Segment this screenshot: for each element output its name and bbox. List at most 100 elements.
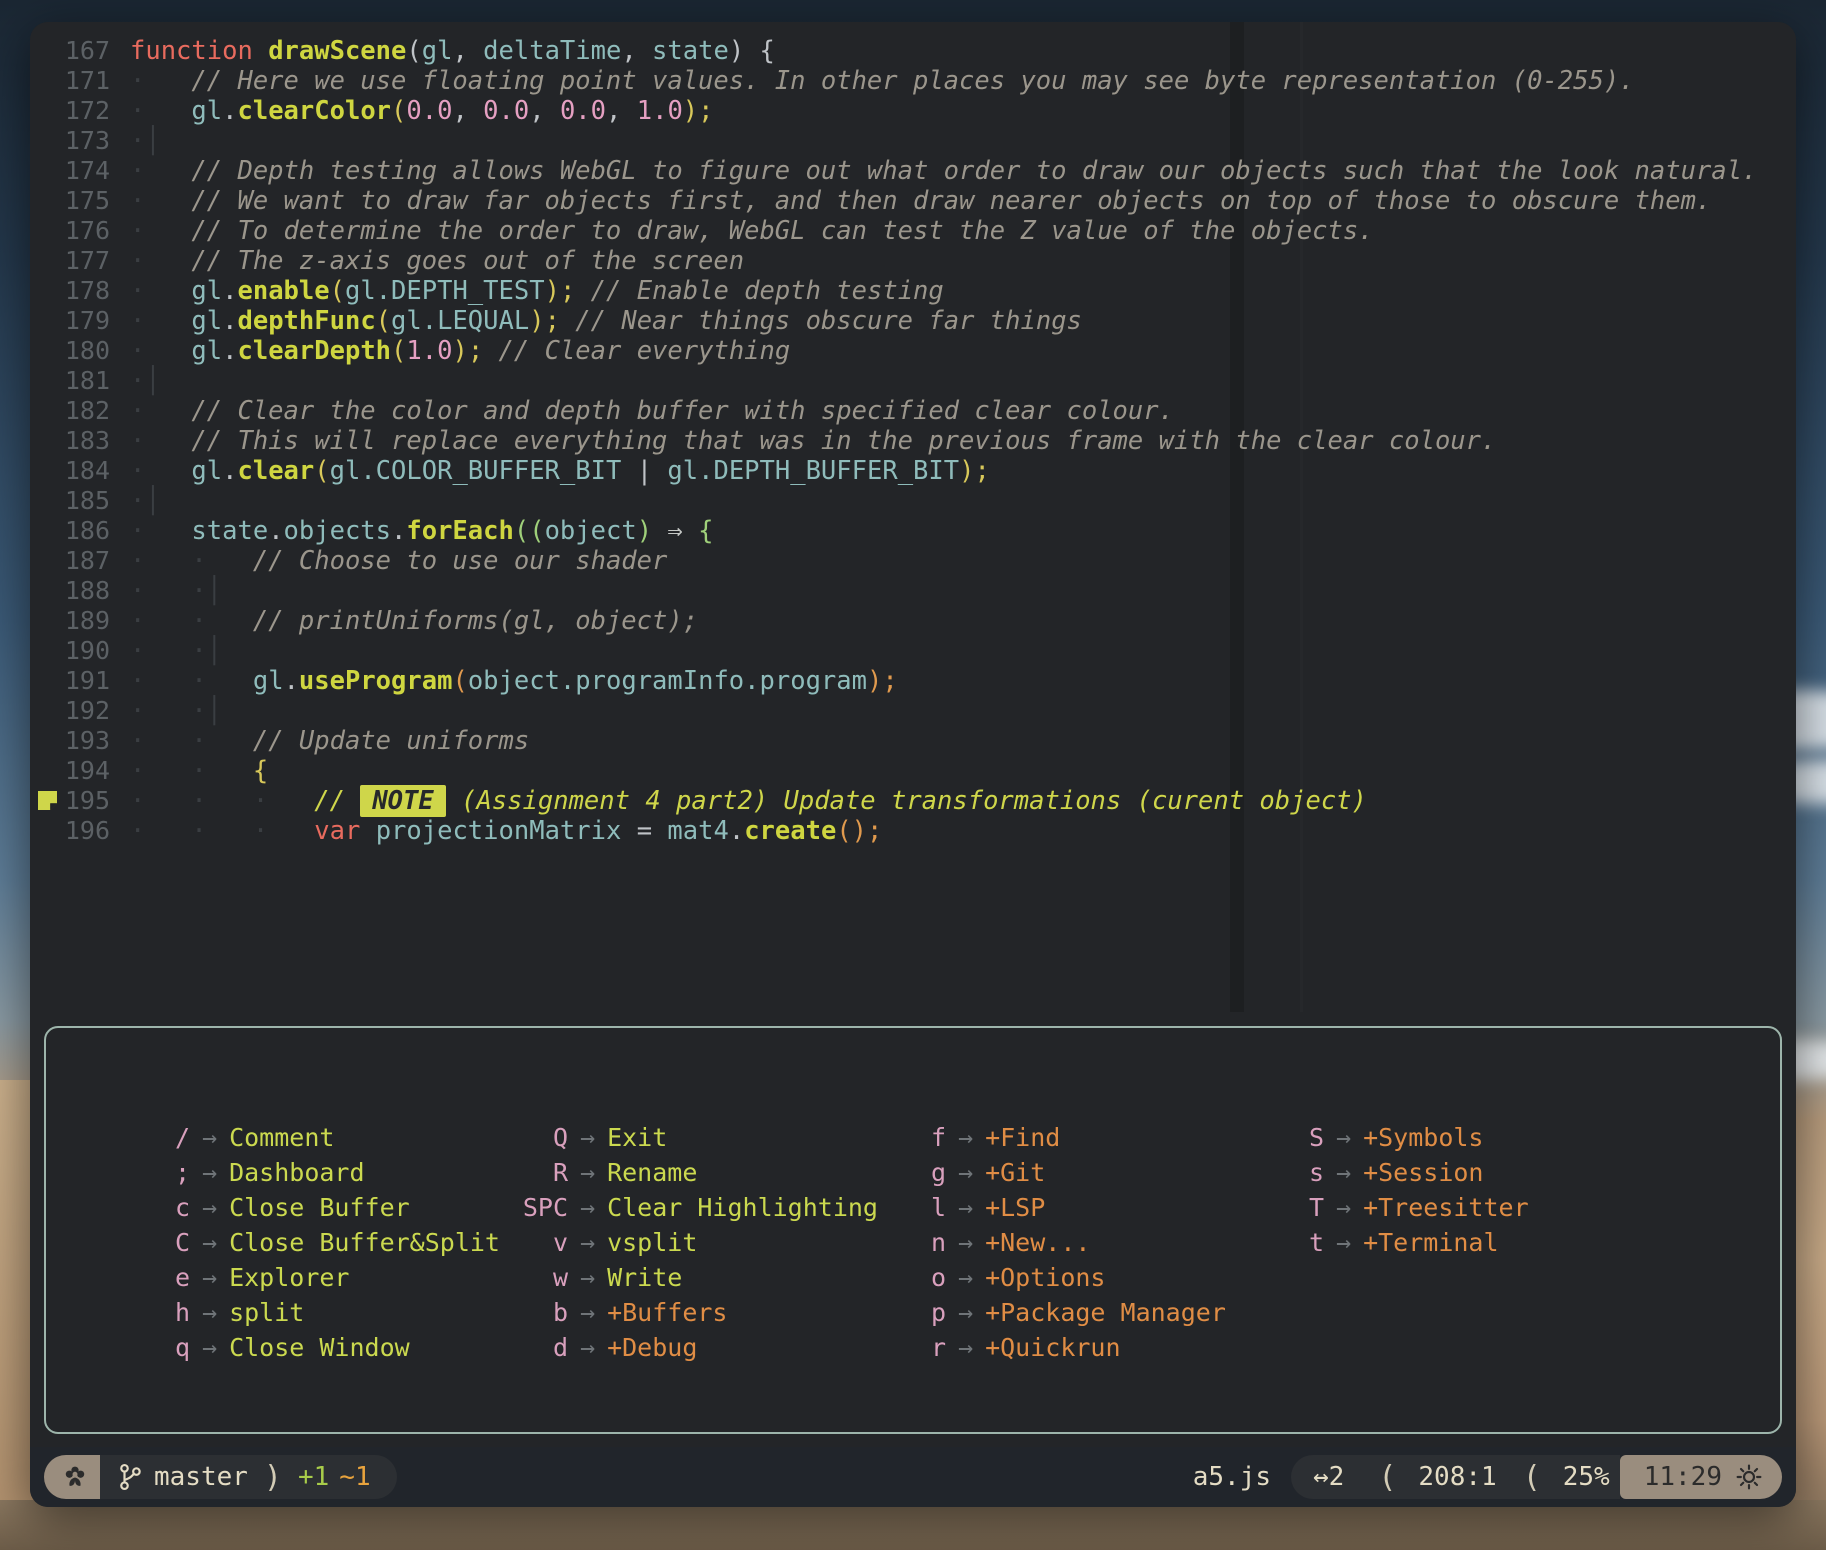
buffer-count-pill[interactable]: ↔2 <box>1291 1455 1363 1499</box>
code-line-text: · // To determine the order to draw, Web… <box>120 216 1374 246</box>
which-key-item[interactable]: g → +Git <box>888 1155 1266 1190</box>
which-key-column-2: Q → Exit R → Rename SPC → Clear Highlighting v → vs… <box>510 1120 888 1365</box>
code-line[interactable]: 190 · ·│ <box>30 636 1796 666</box>
which-key-key: l <box>930 1193 946 1222</box>
arrow-icon: → <box>202 1333 218 1362</box>
code-line[interactable]: 167 function drawScene(gl, deltaTime, sta… <box>30 36 1796 66</box>
code-line[interactable]: 171 · // Here we use floating point value… <box>30 66 1796 96</box>
which-key-item[interactable]: S → +Symbols <box>1266 1120 1644 1155</box>
code-line[interactable]: 179 · gl.depthFunc(gl.LEQUAL); // Near th… <box>30 306 1796 336</box>
code-token: gl.DEPTH_BUFFER_BIT <box>667 456 960 486</box>
which-key-item[interactable]: e → Explorer <box>132 1260 510 1295</box>
code-line[interactable]: 175 · // We want to draw far objects firs… <box>30 186 1796 216</box>
indent-guide: · <box>130 426 192 456</box>
code-token: . <box>728 816 745 846</box>
cursor-position: 208:1 <box>1418 1462 1497 1492</box>
code-token: projectionMatrix <box>375 816 622 846</box>
which-key-item[interactable]: c → Close Buffer <box>132 1190 510 1225</box>
code-line[interactable]: 185 ·│ <box>30 486 1796 516</box>
indent-guide: · <box>130 246 192 276</box>
code-line[interactable]: 180 · gl.clearDepth(1.0); // Clear everyt… <box>30 336 1796 366</box>
code-line[interactable]: 177 · // The z-axis goes out of the scree… <box>30 246 1796 276</box>
code-line[interactable]: 182 · // Clear the color and depth buffer… <box>30 396 1796 426</box>
code-token: // Here we use floating point values. In… <box>191 66 1635 96</box>
code-token: gl.DEPTH_TEST <box>344 276 545 306</box>
which-key-item[interactable]: q → Close Window <box>132 1330 510 1365</box>
scroll-progress-pill: ( 25% <box>1506 1455 1620 1499</box>
code-line[interactable]: 196 · · · var projectionMatrix = mat4.cre… <box>30 816 1796 846</box>
code-line[interactable]: 172 · gl.clearColor(0.0, 0.0, 0.0, 1.0); <box>30 96 1796 126</box>
mode-indicator[interactable] <box>44 1455 106 1499</box>
git-branch-indicator[interactable]: master ) +1 ~1 <box>100 1455 397 1499</box>
which-key-item[interactable]: v → vsplit <box>510 1225 888 1260</box>
which-key-label: +Options <box>985 1263 1106 1292</box>
code-token: , <box>621 36 653 66</box>
arrow-icon: → <box>202 1298 218 1327</box>
code-line-text: · gl.enable(gl.DEPTH_TEST); // Enable de… <box>120 276 944 306</box>
which-key-item[interactable]: p → +Package Manager <box>888 1295 1266 1330</box>
which-key-item[interactable]: s → +Session <box>1266 1155 1644 1190</box>
which-key-key: w <box>552 1263 568 1292</box>
which-key-item[interactable]: o → +Options <box>888 1260 1266 1295</box>
line-number: 188 <box>64 576 110 605</box>
code-line[interactable]: 173 ·│ <box>30 126 1796 156</box>
code-token: ( <box>314 456 330 486</box>
which-key-item[interactable]: n → +New... <box>888 1225 1266 1260</box>
which-key-item[interactable]: T → +Treesitter <box>1266 1190 1644 1225</box>
which-key-item[interactable]: w → Write <box>510 1260 888 1295</box>
code-line[interactable]: 178 · gl.enable(gl.DEPTH_TEST); // Enable… <box>30 276 1796 306</box>
arrow-icon: → <box>1336 1193 1352 1222</box>
code-content[interactable]: 167 function drawScene(gl, deltaTime, sta… <box>30 36 1796 846</box>
code-line[interactable]: 191 · · gl.useProgram(object.programInfo.… <box>30 666 1796 696</box>
code-line[interactable]: 186 · state.objects.forEach((object) ⇒ { <box>30 516 1796 546</box>
code-line[interactable]: 183 · // This will replace everything tha… <box>30 426 1796 456</box>
code-token: ( <box>329 276 345 306</box>
code-line[interactable]: 176 · // To determine the order to draw, … <box>30 216 1796 246</box>
which-key-key: b <box>552 1298 568 1327</box>
indent-guide: · <box>130 516 192 546</box>
which-key-item[interactable]: C → Close Buffer&Split <box>132 1225 510 1260</box>
line-number: 190 <box>64 636 110 665</box>
which-key-item[interactable]: b → +Buffers <box>510 1295 888 1330</box>
code-line[interactable]: 187 · · // Choose to use our shader <box>30 546 1796 576</box>
which-key-item[interactable]: Q → Exit <box>510 1120 888 1155</box>
code-line[interactable]: 192 · ·│ <box>30 696 1796 726</box>
code-line[interactable]: 181 ·│ <box>30 366 1796 396</box>
code-token: create <box>744 816 837 846</box>
code-line[interactable]: 174 · // Depth testing allows WebGL to fi… <box>30 156 1796 186</box>
which-key-column-1: / → Comment; → Dashboard c → Close Buffer C → Clos… <box>132 1120 510 1365</box>
arrow-icon: → <box>958 1193 974 1222</box>
which-key-item[interactable]: ; → Dashboard <box>132 1155 510 1190</box>
which-key-label: Close Buffer&Split <box>229 1228 500 1257</box>
code-line[interactable]: 193 · · // Update uniforms <box>30 726 1796 756</box>
which-key-item[interactable]: d → +Debug <box>510 1330 888 1365</box>
code-line[interactable]: 195 · · · // NOTE (Assignment 4 part2) Up… <box>30 785 1796 817</box>
code-line[interactable]: 189 · · // printUniforms(gl, object); <box>30 606 1796 636</box>
which-key-label: Clear Highlighting <box>607 1193 878 1222</box>
code-token: ) <box>529 306 545 336</box>
indent-guide: ·│ <box>191 696 253 726</box>
note-sticky-icon[interactable] <box>38 791 57 810</box>
arrow-icon: → <box>958 1158 974 1187</box>
code-token: 0.0 <box>483 96 530 126</box>
which-key-item[interactable]: l → +LSP <box>888 1190 1266 1225</box>
code-token: | <box>636 456 653 486</box>
which-key-item[interactable]: R → Rename <box>510 1155 888 1190</box>
code-token: depthFunc <box>237 306 376 336</box>
code-token: object <box>544 516 637 546</box>
which-key-item[interactable]: r → +Quickrun <box>888 1330 1266 1365</box>
clock-indicator[interactable]: 11:29 <box>1619 1455 1782 1499</box>
code-line[interactable]: 194 · · { <box>30 756 1796 786</box>
code-line[interactable]: 188 · ·│ <box>30 576 1796 606</box>
which-key-item[interactable]: h → split <box>132 1295 510 1330</box>
which-key-item[interactable]: SPC → Clear Highlighting <box>510 1190 888 1225</box>
which-key-item[interactable]: / → Comment <box>132 1120 510 1155</box>
code-token: , <box>452 36 484 66</box>
which-key-item[interactable]: t → +Terminal <box>1266 1225 1644 1260</box>
code-line[interactable]: 184 · gl.clear(gl.COLOR_BUFFER_BIT | gl.D… <box>30 456 1796 486</box>
which-key-item[interactable]: f → +Find <box>888 1120 1266 1155</box>
code-line-text: · // This will replace everything that w… <box>120 426 1496 456</box>
